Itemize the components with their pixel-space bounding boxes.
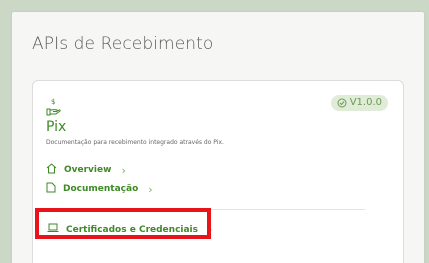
version-label: V1.0.0 <box>349 97 382 108</box>
document-icon <box>46 182 56 196</box>
check-circle-icon <box>337 98 347 108</box>
chevron-right-icon: › <box>148 182 153 196</box>
overview-link[interactable]: Overview › <box>46 163 126 177</box>
svg-text:$: $ <box>51 98 55 106</box>
version-badge: V1.0.0 <box>330 95 388 111</box>
product-description: Documentação para recebimento integrado … <box>46 139 224 146</box>
chevron-right-icon: › <box>121 163 126 177</box>
home-icon <box>46 163 57 177</box>
highlight-box <box>35 208 211 239</box>
documentation-link[interactable]: Documentação › <box>46 182 153 196</box>
page-title: APIs de Recebimento <box>32 34 214 54</box>
documentation-link-label: Documentação <box>63 184 139 194</box>
product-name: Pix <box>46 119 67 135</box>
hand-money-icon: $ <box>46 97 62 117</box>
overview-link-label: Overview <box>64 165 112 175</box>
